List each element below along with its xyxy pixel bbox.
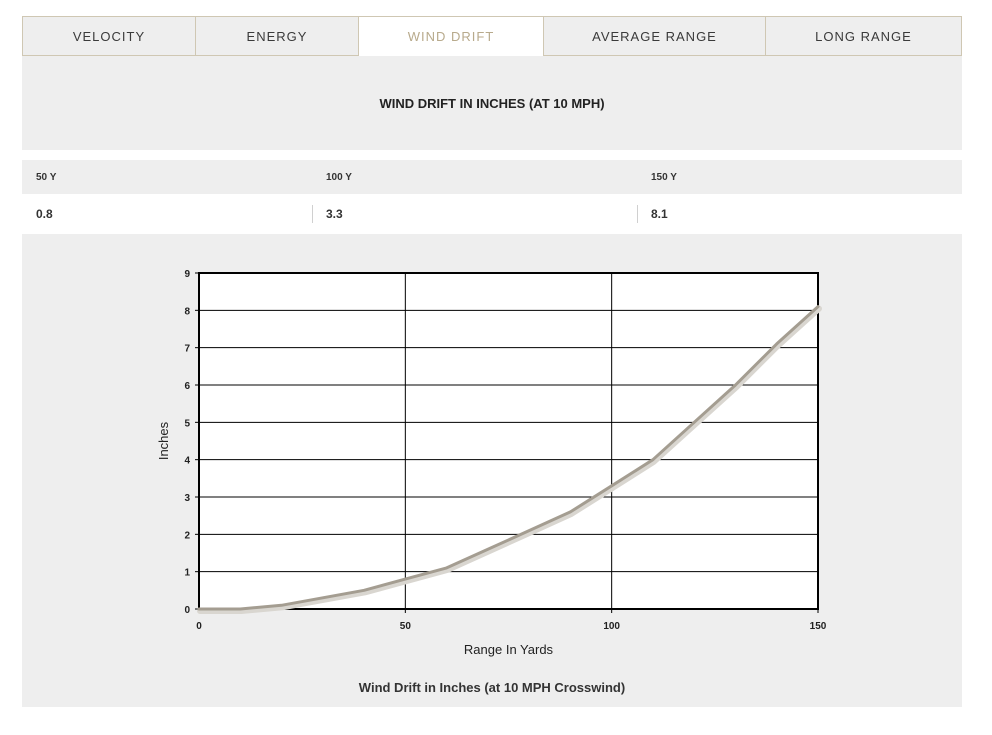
stats-header-row: 50 Y 100 Y 150 Y [22,160,962,194]
series-point [527,529,531,532]
y-tick-label: 1 [184,568,190,579]
stat-value-150y: 8.1 [651,207,668,221]
plot-area [199,273,818,609]
stat-value-100y: 3.3 [326,207,343,221]
series-point [239,607,242,611]
y-tick-label: 5 [184,418,190,429]
series-point [775,342,778,346]
y-tick-label: 9 [184,269,190,280]
stat-value-50y: 0.8 [36,207,53,221]
y-axis-label: Inches [156,421,171,460]
x-axis-label: Range In Yards [464,642,554,657]
series-point [197,607,201,611]
tab-bar: VELOCITY ENERGY WIND DRIFT AVERAGE RANGE… [22,16,962,56]
x-tick-label: 150 [810,621,827,632]
series-point [362,589,366,592]
tab-velocity[interactable]: VELOCITY [22,16,195,56]
series-point [404,577,407,581]
x-tick-label: 50 [400,621,412,632]
y-tick-label: 4 [184,456,190,467]
x-tick-label: 100 [603,621,620,632]
y-tick-label: 6 [184,381,190,392]
divider [637,205,638,223]
y-tick-label: 7 [184,344,190,355]
series-point [321,596,324,599]
series-point [569,510,572,514]
stat-label-100y: 100 Y [326,172,352,183]
x-tick-label: 0 [196,621,202,632]
divider [312,205,313,223]
stat-label-150y: 150 Y [651,172,677,183]
y-tick-label: 8 [184,306,190,317]
y-tick-label: 0 [184,605,190,616]
stat-label-50y: 50 Y [36,172,57,183]
tab-long-range[interactable]: LONG RANGE [765,16,962,56]
tab-average-range[interactable]: AVERAGE RANGE [543,16,765,56]
tab-wind-drift[interactable]: WIND DRIFT [358,16,543,56]
wind-drift-chart: 0 1 2 3 4 5 6 7 8 9 0 50 100 150 Range In Yards Inches [156,269,827,657]
y-tick-label: 2 [184,530,190,541]
tab-energy[interactable]: ENERGY [195,16,358,56]
series-point [816,305,820,308]
stats-value-row: 0.8 3.3 8.1 [22,194,962,234]
page-title: WIND DRIFT IN INCHES (AT 10 MPH) [379,95,605,111]
y-tick-label: 3 [184,493,190,504]
series-point [734,383,737,387]
series-point [486,548,490,551]
chart-title: Wind Drift in Inches (at 10 MPH Crosswin… [358,680,626,695]
header-panel: WIND DRIFT IN INCHES (AT 10 MPH) [22,56,962,150]
series-point [651,458,655,461]
series-point [610,484,613,487]
series-point [445,566,448,570]
series-point [693,421,696,424]
chart-panel: 0 1 2 3 4 5 6 7 8 9 0 50 100 150 Range In Yards Inches … [22,234,962,707]
series-point [280,604,283,607]
